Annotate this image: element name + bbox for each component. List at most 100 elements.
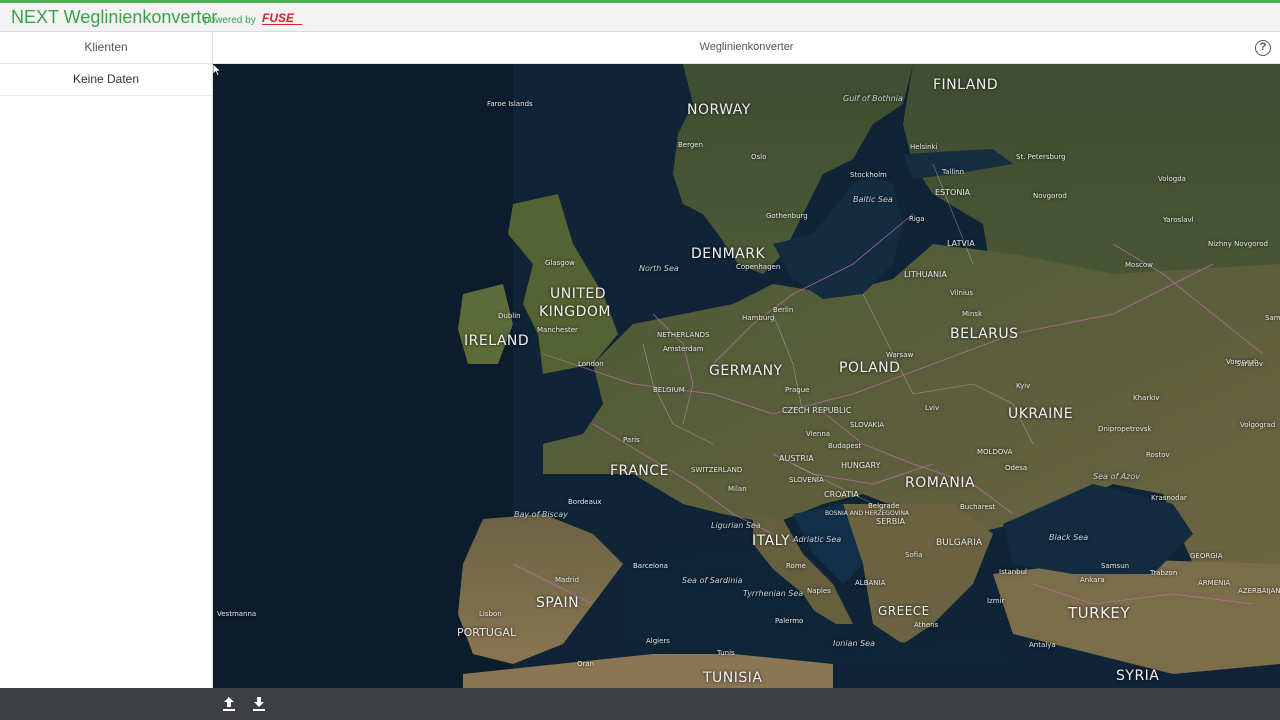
city-label: Tallinn — [942, 168, 965, 176]
clients-sidebar: Klienten Keine Daten — [0, 32, 213, 688]
sea-label: Adriatic Sea — [793, 535, 842, 544]
city-label: Budapest — [828, 442, 862, 450]
city-label: Minsk — [962, 310, 983, 318]
city-label: Vologda — [1158, 175, 1186, 183]
bottom-toolbar — [0, 688, 1280, 720]
country-label: SERBIA — [876, 517, 906, 526]
country-label: ALBANIA — [855, 579, 886, 587]
map-view[interactable]: FINLAND NORWAY DENMARK UNITED KINGDOM IR… — [213, 64, 1280, 688]
city-label: Stockholm — [850, 171, 887, 179]
country-label: ESTONIA — [935, 188, 971, 197]
city-label: Trabzon — [1150, 569, 1178, 577]
city-label: Rome — [786, 562, 806, 570]
city-label: Krasnodar — [1151, 494, 1187, 502]
city-label: Vilnius — [950, 289, 973, 297]
city-label: Odesa — [1005, 464, 1028, 472]
city-label: Yaroslavl — [1163, 216, 1194, 224]
country-label: IRELAND — [464, 333, 530, 349]
country-label: LATVIA — [947, 239, 975, 248]
sea-label: Ligurian Sea — [711, 521, 761, 530]
country-label: LITHUANIA — [904, 270, 947, 279]
city-label: Tunis — [717, 649, 735, 657]
country-label: SLOVENIA — [789, 476, 824, 484]
country-label: NORWAY — [687, 102, 751, 118]
country-label: ARMENIA — [1198, 579, 1231, 587]
country-label: AZERBAIJAN — [1238, 587, 1280, 595]
country-label: FINLAND — [933, 77, 999, 93]
country-label: GREECE — [878, 604, 930, 618]
city-label: Nizhny Novgorod — [1208, 240, 1268, 248]
main-header: Weglinienkonverter ? — [213, 32, 1280, 64]
city-label: Madrid — [555, 576, 580, 584]
country-label: SLOVAKIA — [850, 421, 885, 429]
country-label: SYRIA — [1116, 668, 1160, 684]
city-label: Dnipropetrovsk — [1098, 425, 1152, 433]
city-label: Glasgow — [545, 259, 575, 267]
city-label: Belgrade — [868, 502, 900, 510]
city-label: Riga — [909, 215, 925, 223]
country-label: GERMANY — [709, 363, 783, 379]
upload-icon[interactable] — [220, 695, 238, 713]
sea-label: Ionian Sea — [833, 639, 875, 648]
country-label: POLAND — [839, 360, 901, 376]
city-label: Saratov — [1236, 360, 1264, 368]
sidebar-title: Klienten — [0, 32, 212, 64]
city-label: Palermo — [775, 617, 804, 625]
city-label: Berlin — [773, 306, 794, 314]
city-label: Oslo — [751, 153, 767, 161]
country-label: SWITZERLAND — [691, 466, 743, 474]
country-label: AUSTRIA — [779, 454, 814, 463]
city-label: Istanbul — [999, 568, 1028, 576]
city-label: Moscow — [1125, 261, 1153, 269]
country-label: KINGDOM — [539, 304, 612, 320]
city-label: Izmir — [987, 597, 1005, 605]
city-label: St. Petersburg — [1016, 153, 1066, 161]
country-label: CZECH REPUBLIC — [782, 406, 852, 415]
sea-label: Sea of Sardinia — [682, 576, 743, 585]
city-label: Prague — [785, 386, 810, 394]
app-title: NEXT Weglinienkonverter — [11, 7, 218, 27]
country-label: UKRAINE — [1008, 406, 1074, 422]
city-label: Gothenburg — [766, 212, 808, 220]
city-label: Copenhagen — [736, 263, 781, 271]
help-icon[interactable]: ? — [1255, 40, 1271, 56]
country-label: CROATIA — [824, 490, 859, 499]
city-label: Sofia — [905, 551, 923, 559]
country-label: ITALY — [752, 533, 791, 549]
city-label: Algiers — [646, 637, 670, 645]
city-label: Faroe Islands — [487, 100, 533, 108]
country-label: FRANCE — [610, 463, 669, 479]
city-label: Oran — [577, 660, 595, 668]
city-label: Dublin — [498, 312, 521, 320]
city-label: Milan — [728, 485, 747, 493]
city-label: Hamburg — [742, 314, 775, 322]
country-label: HUNGARY — [841, 461, 881, 470]
sea-label: Sea of Azov — [1093, 472, 1140, 481]
country-label: TUNISIA — [703, 670, 763, 686]
country-label: UNITED — [550, 286, 607, 302]
country-label: MOLDOVA — [977, 448, 1013, 456]
city-label: Vienna — [806, 430, 831, 438]
country-label: BULGARIA — [936, 538, 982, 548]
city-label: Rostov — [1146, 451, 1170, 459]
country-label: PORTUGAL — [457, 626, 517, 639]
sea-label: Baltic Sea — [853, 195, 893, 204]
mouse-cursor-icon — [213, 64, 221, 76]
country-label: SPAIN — [536, 595, 580, 611]
country-label: BELARUS — [950, 326, 1019, 342]
powered-by-text: powered by — [204, 15, 256, 26]
city-label: Naples — [807, 587, 831, 595]
download-icon[interactable] — [250, 695, 268, 713]
city-label: Kyiv — [1016, 382, 1031, 390]
fuse-logo: FUSE — [262, 11, 302, 25]
city-label: Antalya — [1029, 641, 1056, 649]
city-label: Paris — [623, 436, 640, 444]
city-label: Ankara — [1080, 576, 1105, 584]
city-label: Bordeaux — [568, 498, 602, 506]
city-label: Samara — [1265, 314, 1280, 322]
fuse-logo-text: FUSE — [262, 11, 295, 25]
sea-label: Gulf of Bothnia — [843, 94, 903, 103]
city-label: Athens — [914, 621, 939, 629]
city-label: Vestmanna — [217, 610, 257, 618]
country-label: BELGIUM — [653, 386, 685, 394]
